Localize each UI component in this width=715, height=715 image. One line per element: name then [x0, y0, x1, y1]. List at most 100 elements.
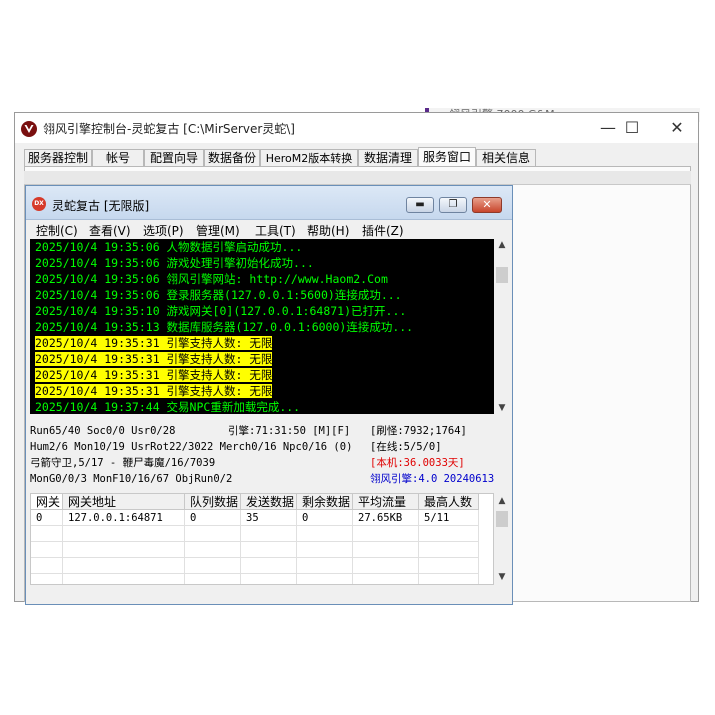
- gateway-empty-cell[interactable]: [63, 558, 185, 574]
- gateway-column-header[interactable]: 剩余数据: [297, 494, 353, 510]
- gateway-empty-cell[interactable]: [185, 574, 241, 584]
- log-line: 2025/10/4 19:35:31 引擎支持人数: 无限: [35, 383, 273, 399]
- menu-plugins[interactable]: 插件(Z): [362, 222, 404, 239]
- gateway-empty-cell[interactable]: [63, 526, 185, 542]
- scroll-down-icon[interactable]: ▼: [494, 402, 510, 414]
- menu-manage[interactable]: 管理(M): [196, 222, 240, 239]
- gateway-cell[interactable]: 0: [297, 510, 353, 526]
- log-line: 2025/10/4 19:35:13 数据库服务器(127.0.0.1:6000…: [35, 319, 413, 335]
- gateway-empty-cell[interactable]: [241, 542, 297, 558]
- console-titlebar[interactable]: 翎风引擎控制台-灵蛇复古 [C:\MirServer灵蛇\] — ☐ ✕: [15, 113, 698, 143]
- gateway-empty-cell[interactable]: [419, 526, 479, 542]
- log-line-text: 2025/10/4 19:35:06 人物数据引擎启动成功...: [35, 240, 303, 254]
- gateway-empty-cell[interactable]: [31, 558, 63, 574]
- gateway-empty-cell[interactable]: [419, 574, 479, 584]
- stat-run: Run65/40 Soc0/0 Usr0/28: [30, 425, 176, 437]
- log-line: 2025/10/4 19:35:06 登录服务器(127.0.0.1:5600)…: [35, 287, 402, 303]
- gateway-empty-cell[interactable]: [185, 526, 241, 542]
- stat-local-days: [本机:36.0033天]: [370, 457, 465, 469]
- tab-account[interactable]: 帐号: [92, 149, 144, 166]
- gateway-empty-cell[interactable]: [419, 542, 479, 558]
- menu-tools[interactable]: 工具(T): [255, 222, 296, 239]
- tab-server-control[interactable]: 服务器控制: [24, 149, 92, 166]
- gateway-empty-cell[interactable]: [241, 558, 297, 574]
- tab-data-backup[interactable]: 数据备份: [204, 149, 260, 166]
- menu-options[interactable]: 选项(P): [143, 222, 184, 239]
- gateway-empty-cell[interactable]: [297, 542, 353, 558]
- gateway-column-header[interactable]: 最高人数: [419, 494, 479, 510]
- gateway-empty-cell[interactable]: [297, 558, 353, 574]
- gateway-column-header[interactable]: 平均流量: [353, 494, 419, 510]
- engine-close-button[interactable]: ✕: [472, 197, 502, 213]
- gateway-empty-cell[interactable]: [185, 542, 241, 558]
- tab-related-info[interactable]: 相关信息: [476, 149, 536, 166]
- gateway-table: 网关 网关地址 队列数据 发送数据 剩余数据 平均流量 最高人数 0 127.0.0.1:648…: [30, 493, 494, 585]
- gateway-empty-cell[interactable]: [63, 574, 185, 584]
- gateway-empty-cell[interactable]: [419, 558, 479, 574]
- stat-hum: Hum2/6 Mon10/19 UsrRot22/3022 Merch0/16 …: [30, 441, 353, 453]
- gateway-empty-cell[interactable]: [241, 526, 297, 542]
- gateway-cell[interactable]: 0: [185, 510, 241, 526]
- stat-online: [在线:5/5/0]: [370, 441, 442, 453]
- log-scrollbar[interactable]: ▲ ▼: [494, 239, 510, 414]
- log-line: 2025/10/4 19:35:31 引擎支持人数: 无限: [35, 351, 273, 367]
- gateway-empty-cell[interactable]: [31, 526, 63, 542]
- gateway-scrollbar[interactable]: ▲ ▼: [494, 493, 510, 585]
- log-line-text: 2025/10/4 19:35:10 游戏网关[0](127.0.0.1:648…: [35, 304, 407, 318]
- log-line-text: 2025/10/4 19:35:31 引擎支持人数: 无限: [35, 384, 273, 398]
- maximize-button[interactable]: ☐: [609, 113, 655, 143]
- gateway-empty-cell[interactable]: [31, 574, 63, 584]
- console-title: 翎风引擎控制台-灵蛇复古 [C:\MirServer灵蛇\]: [43, 122, 295, 136]
- tab-config-wizard[interactable]: 配置向导: [144, 149, 204, 166]
- gateway-cell[interactable]: 27.65KB: [353, 510, 419, 526]
- grid-scroll-up-icon[interactable]: ▲: [494, 495, 510, 507]
- log-line: 2025/10/4 19:35:10 游戏网关[0](127.0.0.1:648…: [35, 303, 406, 319]
- log-line-text: 2025/10/4 19:35:06 游戏处理引擎初始化成功...: [35, 256, 314, 270]
- gateway-empty-cell[interactable]: [297, 526, 353, 542]
- gateway-empty-cell[interactable]: [31, 542, 63, 558]
- scroll-up-icon[interactable]: ▲: [494, 239, 510, 251]
- log-line: 2025/10/4 19:35:31 引擎支持人数: 无限: [35, 335, 273, 351]
- gateway-empty-cell[interactable]: [353, 526, 419, 542]
- gateway-column-header[interactable]: 网关: [31, 494, 63, 510]
- menu-view[interactable]: 查看(V): [89, 222, 131, 239]
- gateway-cell[interactable]: 0: [31, 510, 63, 526]
- menu-control[interactable]: 控制(C): [36, 222, 78, 239]
- gateway-empty-cell[interactable]: [185, 558, 241, 574]
- log-line-text: 2025/10/4 19:35:06 登录服务器(127.0.0.1:5600)…: [35, 288, 402, 302]
- engine-title: 灵蛇复古 [无限版]: [52, 199, 150, 213]
- engine-menubar: 控制(C) 查看(V) 选项(P) 管理(M) 工具(T) 帮助(H) 插件(Z…: [26, 220, 512, 238]
- gateway-empty-cell[interactable]: [353, 574, 419, 584]
- gateway-column-header[interactable]: 队列数据: [185, 494, 241, 510]
- log-line: 2025/10/4 19:37:44 交易NPC重新加载完成...: [35, 399, 300, 414]
- gateway-empty-cell[interactable]: [353, 558, 419, 574]
- tab-data-cleanup[interactable]: 数据清理: [358, 149, 418, 166]
- tab-herom2-convert[interactable]: HeroM2版本转换: [260, 149, 358, 166]
- gateway-cell[interactable]: 35: [241, 510, 297, 526]
- gateway-column-header[interactable]: 发送数据: [241, 494, 297, 510]
- tab-service-window[interactable]: 服务窗口: [418, 147, 476, 167]
- stat-refresh: [刷怪:7932;1764]: [370, 425, 467, 437]
- gateway-column-header[interactable]: 网关地址: [63, 494, 185, 510]
- stat-version: 翎风引擎:4.0 20240613: [370, 473, 495, 485]
- gateway-empty-cell[interactable]: [241, 574, 297, 584]
- engine-minimize-button[interactable]: ▬: [406, 197, 434, 213]
- menu-help[interactable]: 帮助(H): [307, 222, 349, 239]
- gateway-empty-cell[interactable]: [297, 574, 353, 584]
- gateway-cell[interactable]: 127.0.0.1:64871: [63, 510, 185, 526]
- gateway-empty-cell[interactable]: [353, 542, 419, 558]
- log-line: 2025/10/4 19:35:06 翎风引擎网站: http://www.Ha…: [35, 271, 388, 287]
- gateway-cell[interactable]: 5/11: [419, 510, 479, 526]
- close-button[interactable]: ✕: [654, 113, 700, 143]
- engine-window: DX 灵蛇复古 [无限版] ▬ ❐ ✕ 控制(C) 查看(V) 选项(P) 管理…: [25, 185, 513, 605]
- log-line-text: 2025/10/4 19:35:31 引擎支持人数: 无限: [35, 336, 273, 350]
- engine-restore-button[interactable]: ❐: [439, 197, 467, 213]
- grid-scroll-thumb[interactable]: [496, 511, 508, 527]
- engine-titlebar[interactable]: DX 灵蛇复古 [无限版] ▬ ❐ ✕: [26, 186, 512, 220]
- stat-engine-time: 引擎:71:31:50 [M][F]: [228, 425, 351, 437]
- stat-mongo: MonG0/0/3 MonF10/16/67 ObjRun0/2: [30, 473, 233, 485]
- log-scroll-thumb[interactable]: [496, 267, 508, 283]
- grid-scroll-down-icon[interactable]: ▼: [494, 571, 510, 583]
- log-line-text: 2025/10/4 19:35:31 引擎支持人数: 无限: [35, 368, 273, 382]
- gateway-empty-cell[interactable]: [63, 542, 185, 558]
